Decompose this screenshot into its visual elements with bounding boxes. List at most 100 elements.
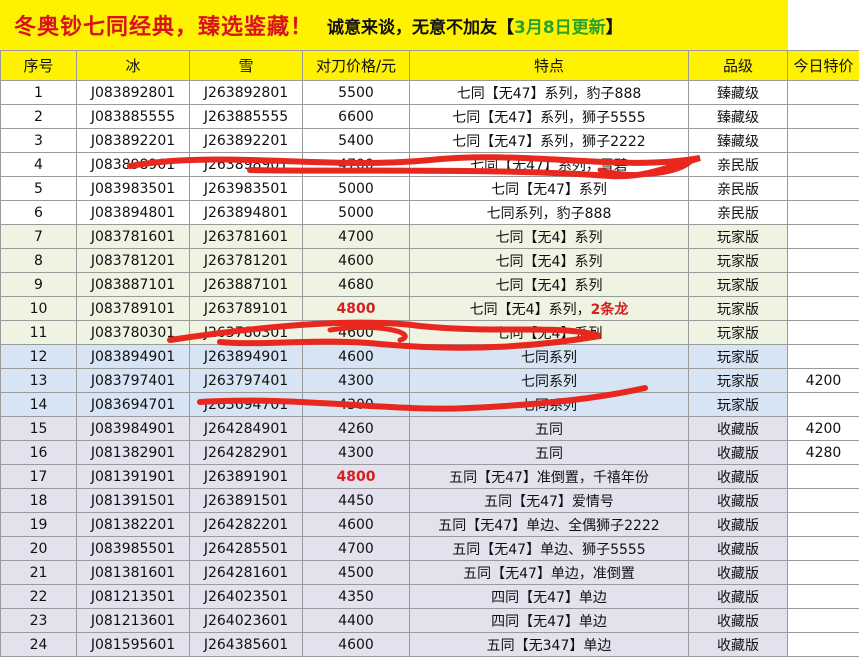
snow-serial-cell: J264282201 xyxy=(190,513,303,537)
price-cell: 4500 xyxy=(303,561,410,585)
feature-text: 五同【无47】单边、狮子5555 xyxy=(452,542,645,558)
row-no-cell: 17 xyxy=(1,465,77,489)
update-date: 3月8日更新 xyxy=(514,13,606,38)
banner: 冬奥钞七同经典，臻选鉴藏！ 诚意来谈，无意不加友 【 3月8日更新 】 xyxy=(0,0,788,50)
special-price-cell xyxy=(788,585,859,609)
price-cell: 4400 xyxy=(303,609,410,633)
ice-serial-cell: J083781201 xyxy=(77,249,190,273)
grade-cell: 收藏版 xyxy=(689,609,788,633)
table-row: 17J081391901J2638919014800五同【无47】准倒置，千禧年… xyxy=(1,465,859,489)
grade-cell: 玩家版 xyxy=(689,393,788,417)
snow-serial-cell: J264284901 xyxy=(190,417,303,441)
table-row: 5J083983501J2639835015000七同【无47】系列亲民版 xyxy=(1,177,859,201)
feature-text: 七同【无4】系列 xyxy=(496,326,603,342)
header-no: 序号 xyxy=(1,51,77,81)
ice-serial-cell: J081382201 xyxy=(77,513,190,537)
special-price-cell: 4280 xyxy=(788,441,859,465)
price-cell: 6600 xyxy=(303,105,410,129)
snow-serial-cell: J264023501 xyxy=(190,585,303,609)
price-cell: 5500 xyxy=(303,81,410,105)
feature-text: 七同系列 xyxy=(521,374,577,390)
price-table: 序号 冰 雪 对刀价格/元 特点 品级 今日特价 1J083892801J263… xyxy=(0,50,859,657)
grade-cell: 玩家版 xyxy=(689,297,788,321)
grade-cell: 玩家版 xyxy=(689,273,788,297)
special-price-cell xyxy=(788,105,859,129)
row-no-cell: 12 xyxy=(1,345,77,369)
grade-cell: 臻藏级 xyxy=(689,105,788,129)
ice-serial-cell: J083984901 xyxy=(77,417,190,441)
snow-serial-cell: J263781201 xyxy=(190,249,303,273)
price-cell: 4700 xyxy=(303,225,410,249)
bracket-close: 】 xyxy=(606,13,623,38)
grade-cell: 亲民版 xyxy=(689,153,788,177)
grade-cell: 玩家版 xyxy=(689,369,788,393)
snow-serial-cell: J264281601 xyxy=(190,561,303,585)
feature-text: 七同【无4】系列 xyxy=(496,278,603,294)
ice-serial-cell: J083892201 xyxy=(77,129,190,153)
feature-text: 五同【无47】单边，准倒置 xyxy=(463,566,635,582)
ice-serial-cell: J083694701 xyxy=(77,393,190,417)
price-cell: 4300 xyxy=(303,393,410,417)
special-price-cell xyxy=(788,561,859,585)
row-no-cell: 2 xyxy=(1,105,77,129)
feature-cell: 七同【无4】系列 xyxy=(410,273,689,297)
grade-cell: 玩家版 xyxy=(689,321,788,345)
row-no-cell: 6 xyxy=(1,201,77,225)
snow-serial-cell: J263780301 xyxy=(190,321,303,345)
ice-serial-cell: J083887101 xyxy=(77,273,190,297)
ice-serial-cell: J081391501 xyxy=(77,489,190,513)
table-row: 9J083887101J2638871014680七同【无4】系列玩家版 xyxy=(1,273,859,297)
ice-serial-cell: J083885555 xyxy=(77,105,190,129)
ice-serial-cell: J081381601 xyxy=(77,561,190,585)
grade-cell: 收藏版 xyxy=(689,465,788,489)
price-cell: 5000 xyxy=(303,177,410,201)
row-no-cell: 21 xyxy=(1,561,77,585)
grade-cell: 收藏版 xyxy=(689,489,788,513)
special-price-cell xyxy=(788,609,859,633)
price-cell: 5000 xyxy=(303,201,410,225)
price-cell: 4680 xyxy=(303,273,410,297)
snow-serial-cell: J263891501 xyxy=(190,489,303,513)
feature-text: 七同【无4】系列 xyxy=(496,230,603,246)
price-cell: 4260 xyxy=(303,417,410,441)
feature-text: 七同【无47】系列，雪碧 xyxy=(470,158,628,174)
table-row: 13J083797401J2637974014300七同系列玩家版4200 xyxy=(1,369,859,393)
feature-cell: 五同【无47】准倒置，千禧年份 xyxy=(410,465,689,489)
grade-cell: 臻藏级 xyxy=(689,129,788,153)
feature-cell: 七同【无4】系列，2条龙 xyxy=(410,297,689,321)
snow-serial-cell: J263789101 xyxy=(190,297,303,321)
snow-serial-cell: J263898901 xyxy=(190,153,303,177)
feature-cell: 四同【无47】单边 xyxy=(410,585,689,609)
snow-serial-cell: J264023601 xyxy=(190,609,303,633)
feature-text: 七同【无47】系列，豹子888 xyxy=(457,86,642,102)
feature-cell: 七同系列 xyxy=(410,345,689,369)
ice-serial-cell: J083781601 xyxy=(77,225,190,249)
grade-cell: 收藏版 xyxy=(689,633,788,657)
special-price-cell: 4200 xyxy=(788,417,859,441)
table-row: 6J083894801J2638948015000七同系列，豹子888亲民版 xyxy=(1,201,859,225)
row-no-cell: 14 xyxy=(1,393,77,417)
price-cell: 4350 xyxy=(303,585,410,609)
ice-serial-cell: J081213501 xyxy=(77,585,190,609)
ice-serial-cell: J081391901 xyxy=(77,465,190,489)
snow-serial-cell: J263797401 xyxy=(190,369,303,393)
price-cell: 4450 xyxy=(303,489,410,513)
row-no-cell: 9 xyxy=(1,273,77,297)
table-row: 4J083898901J2638989014700七同【无47】系列，雪碧亲民版 xyxy=(1,153,859,177)
header-grade: 品级 xyxy=(689,51,788,81)
grade-cell: 收藏版 xyxy=(689,561,788,585)
feature-cell: 四同【无47】单边 xyxy=(410,609,689,633)
row-no-cell: 11 xyxy=(1,321,77,345)
row-no-cell: 16 xyxy=(1,441,77,465)
header-ice: 冰 xyxy=(77,51,190,81)
row-no-cell: 7 xyxy=(1,225,77,249)
grade-cell: 臻藏级 xyxy=(689,81,788,105)
feature-text: 五同 xyxy=(535,446,563,462)
header-feature: 特点 xyxy=(410,51,689,81)
feature-cell: 七同系列，豹子888 xyxy=(410,201,689,225)
feature-text: 五同【无47】爱情号 xyxy=(484,494,614,510)
header-special: 今日特价 xyxy=(788,51,859,81)
snow-serial-cell: J263694701 xyxy=(190,393,303,417)
table-row: 19J081382201J2642822014600五同【无47】单边、全偶狮子… xyxy=(1,513,859,537)
ice-serial-cell: J083894901 xyxy=(77,345,190,369)
